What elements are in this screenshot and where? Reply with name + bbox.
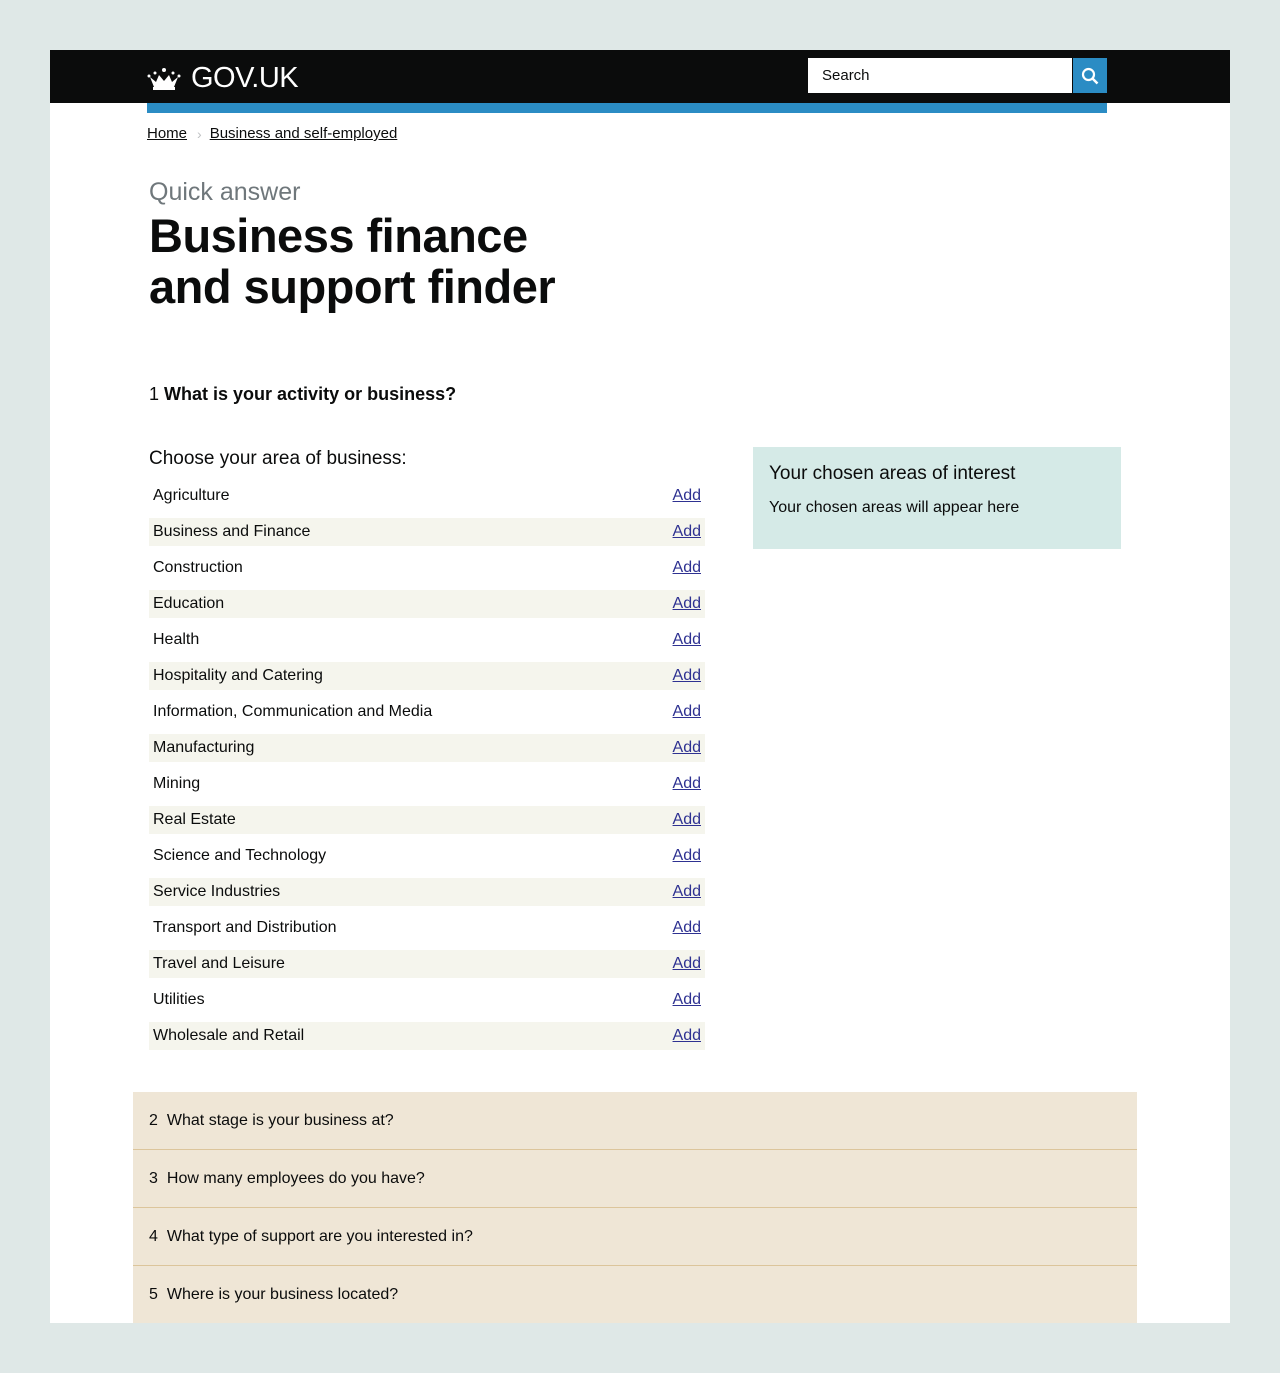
add-area-link[interactable]: Add (673, 703, 701, 721)
area-label: Wholesale and Retail (153, 1027, 305, 1044)
question-number: 5 (149, 1285, 158, 1303)
question-text: Where is your business located? (166, 1285, 399, 1303)
area-label: Service Industries (153, 883, 281, 900)
area-label: Hospitality and Catering (153, 667, 323, 684)
area-label: Education (153, 595, 225, 612)
search-input[interactable] (808, 58, 1072, 93)
page-title: Business finance and support finder (149, 209, 556, 313)
add-area-link[interactable]: Add (673, 991, 701, 1009)
area-row: Information, Communication and Media Add (149, 698, 705, 726)
breadcrumb: Home › Business and self-employed (147, 125, 397, 142)
area-row: Real Estate Add (149, 806, 705, 834)
choose-label: Choose your area of business: (149, 448, 407, 469)
area-row: Science and Technology Add (149, 842, 705, 870)
area-label: Health (153, 631, 200, 648)
add-area-link[interactable]: Add (673, 595, 701, 613)
site-header: GOV.UK (50, 50, 1230, 103)
area-row: Service Industries Add (149, 878, 705, 906)
add-area-link[interactable]: Add (673, 847, 701, 865)
area-label: Mining (153, 775, 201, 792)
add-area-link[interactable]: Add (673, 1027, 701, 1045)
search-button[interactable] (1073, 58, 1107, 93)
area-row: Wholesale and Retail Add (149, 1022, 705, 1050)
add-area-link[interactable]: Add (673, 739, 701, 757)
area-row: Hospitality and Catering Add (149, 662, 705, 690)
question-text: How many employees do you have? (166, 1169, 425, 1187)
area-label: Information, Communication and Media (153, 703, 433, 720)
area-label: Travel and Leisure (153, 955, 285, 972)
add-area-link[interactable]: Add (673, 955, 701, 973)
add-area-link[interactable]: Add (673, 883, 701, 901)
crown-icon (147, 67, 181, 90)
area-label: Utilities (153, 991, 205, 1008)
area-row: Transport and Distribution Add (149, 914, 705, 942)
page: GOV.UK Home › Business and self-employed… (50, 50, 1230, 1323)
question-number: 2 (149, 1111, 158, 1129)
area-label: Business and Finance (153, 523, 311, 540)
breadcrumb-home[interactable]: Home (147, 125, 187, 142)
chosen-areas-panel: Your chosen areas of interest Your chose… (753, 447, 1121, 549)
question-text: What type of support are you interested … (166, 1227, 473, 1245)
header-accent-bar (147, 103, 1107, 113)
add-area-link[interactable]: Add (673, 487, 701, 505)
question-2-item[interactable]: 2 What stage is your business at? (133, 1092, 1137, 1150)
area-row: Health Add (149, 626, 705, 654)
add-area-link[interactable]: Add (673, 559, 701, 577)
chosen-areas-title: Your chosen areas of interest (769, 463, 1016, 484)
question-number: 3 (149, 1169, 158, 1187)
chosen-areas-empty: Your chosen areas will appear here (769, 499, 1020, 516)
page-kicker: Quick answer (149, 178, 301, 206)
add-area-link[interactable]: Add (673, 523, 701, 541)
add-area-link[interactable]: Add (673, 631, 701, 649)
area-row: Travel and Leisure Add (149, 950, 705, 978)
area-label: Construction (153, 559, 243, 576)
area-label: Transport and Distribution (153, 919, 337, 936)
add-area-link[interactable]: Add (673, 667, 701, 685)
chevron-right-icon: › (197, 125, 202, 142)
area-label: Real Estate (153, 811, 236, 828)
question-3-item[interactable]: 3 How many employees do you have? (133, 1150, 1137, 1208)
breadcrumb-business[interactable]: Business and self-employed (210, 125, 398, 142)
area-label: Agriculture (153, 487, 230, 504)
question-text: What stage is your business at? (166, 1111, 394, 1129)
area-row: Mining Add (149, 770, 705, 798)
add-area-link[interactable]: Add (673, 775, 701, 793)
area-label: Manufacturing (153, 739, 255, 756)
area-row: Education Add (149, 590, 705, 618)
questions-accordion: 2 What stage is your business at? 3 How man… (133, 1092, 1137, 1323)
area-row: Manufacturing Add (149, 734, 705, 762)
area-row: Agriculture Add (149, 482, 705, 510)
question-1-heading: 1 What is your activity or business? (149, 384, 457, 404)
area-label: Science and Technology (153, 847, 327, 864)
question-number: 4 (149, 1227, 158, 1245)
question-5-item[interactable]: 5 Where is your business located? (133, 1266, 1137, 1323)
area-row: Utilities Add (149, 986, 705, 1014)
area-list: Agriculture Add Business and Finance Add Con… (149, 482, 705, 1058)
add-area-link[interactable]: Add (673, 919, 701, 937)
search-icon (1081, 67, 1099, 84)
question-4-item[interactable]: 4 What type of support are you interested… (133, 1208, 1137, 1266)
logo-text: GOV.UK (191, 62, 299, 94)
add-area-link[interactable]: Add (673, 811, 701, 829)
area-row: Business and Finance Add (149, 518, 705, 546)
govuk-logo[interactable]: GOV.UK (147, 62, 299, 95)
area-row: Construction Add (149, 554, 705, 582)
